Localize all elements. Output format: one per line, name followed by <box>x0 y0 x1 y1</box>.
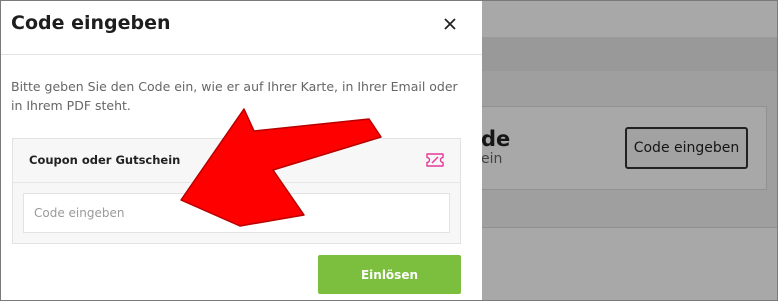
coupon-label: Coupon oder Gutschein <box>29 153 181 167</box>
code-input[interactable] <box>23 193 450 233</box>
modal-header: Code eingeben <box>1 1 482 55</box>
ticket-icon <box>426 153 444 167</box>
instruction-text: Bitte geben Sie den Code ein, wie er auf… <box>11 79 458 113</box>
code-modal: Code eingeben Bitte geben Sie den Code e… <box>1 1 482 300</box>
redeem-button[interactable]: Einlösen <box>318 255 461 294</box>
screenshot-frame: de ein Code eingeben Code eingeben Bitte… <box>0 0 778 301</box>
modal-title: Code eingeben <box>11 12 171 34</box>
coupon-section: Coupon oder Gutschein <box>12 138 461 244</box>
close-icon <box>444 18 456 30</box>
coupon-header: Coupon oder Gutschein <box>13 139 460 183</box>
close-button[interactable] <box>439 13 461 35</box>
